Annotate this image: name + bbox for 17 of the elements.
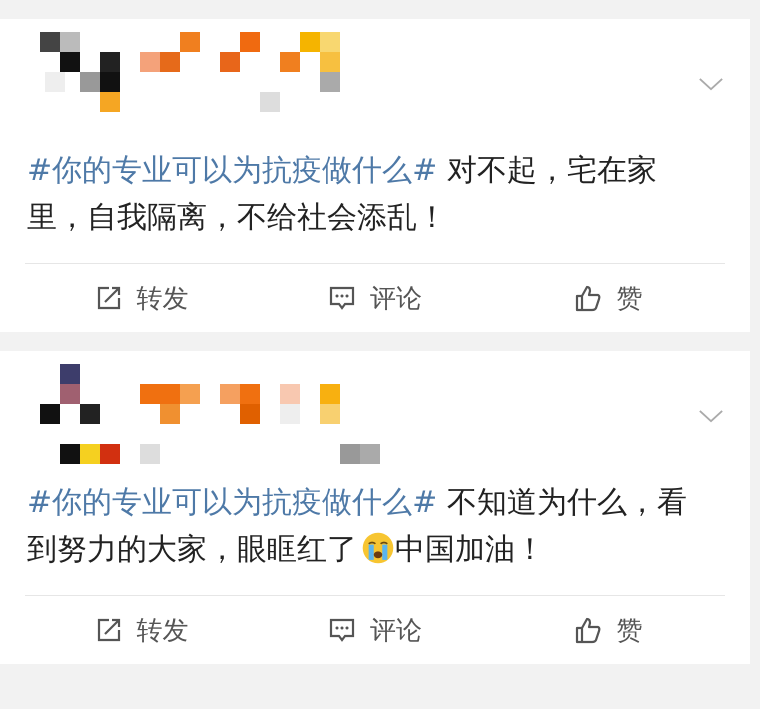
thumbs-up-icon [574, 284, 602, 312]
hashtag-link[interactable]: #你的专业可以为抗疫做什么# [27, 485, 438, 520]
comment-icon [328, 616, 356, 644]
action-button[interactable]: 评论 [258, 596, 492, 664]
post-text: #你的专业可以为抗疫做什么# 对不起，宅在家里，自我隔离，不给社会添乱！ [26, 152, 658, 237]
comment-icon [328, 284, 356, 312]
chevron-down-icon[interactable] [698, 409, 724, 424]
action-button[interactable]: 转发 [25, 596, 258, 664]
hashtag-link[interactable]: #你的专业可以为抗疫做什么# [27, 153, 438, 188]
post-text: #你的专业可以为抗疫做什么# 不知道为什么，看到努力的大家，眼眶红了 中国加油！ [26, 484, 688, 569]
chevron-down-icon[interactable] [698, 77, 724, 92]
action-button[interactable]: 赞 [492, 596, 725, 664]
thumbs-up-icon [574, 616, 602, 644]
crying-face-icon [361, 531, 395, 565]
action-button[interactable]: 评论 [258, 264, 492, 332]
action-button[interactable]: 赞 [492, 264, 725, 332]
action-button[interactable]: 转发 [25, 264, 258, 332]
